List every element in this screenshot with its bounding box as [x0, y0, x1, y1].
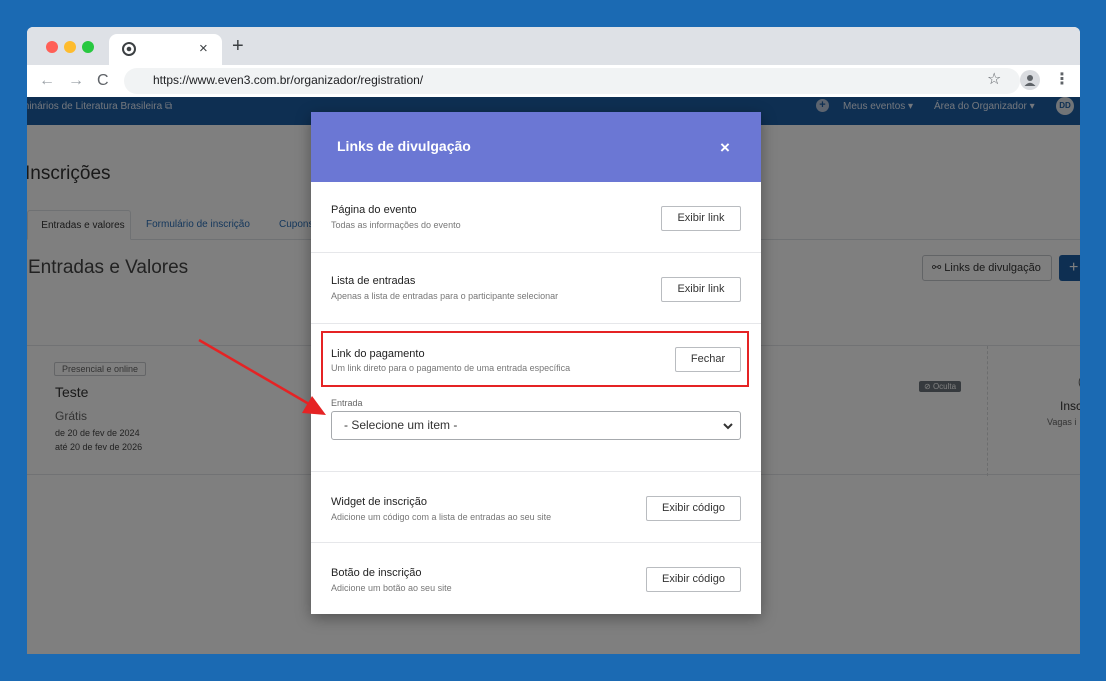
annotation-arrow — [198, 338, 326, 415]
